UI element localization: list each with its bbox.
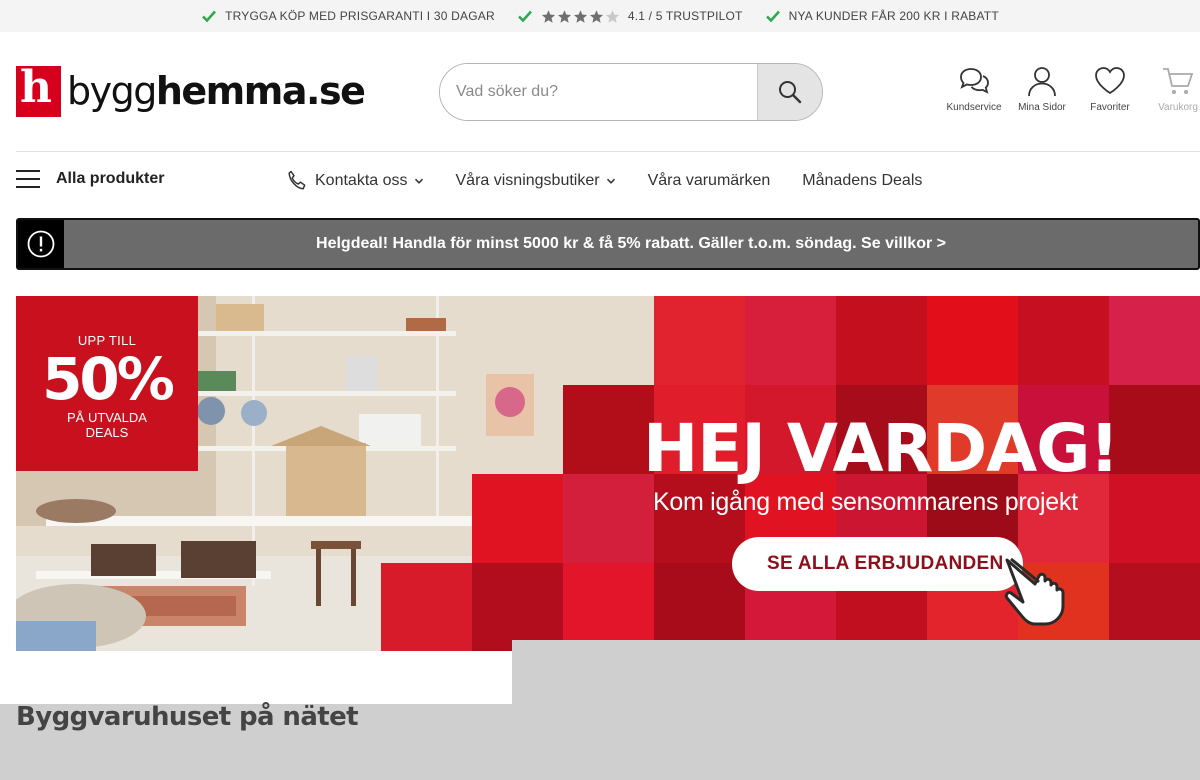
cart-button[interactable]: Varukorg — [1144, 64, 1200, 113]
search-bar — [439, 63, 823, 121]
nav-showrooms-label: Våra visningsbutiker — [455, 172, 600, 189]
check-icon — [202, 10, 217, 23]
search-icon — [779, 81, 802, 104]
all-products-menu[interactable]: Alla produkter — [16, 170, 164, 188]
rating-stars — [541, 9, 620, 24]
discount-badge: UPP TILL 50% PÅ UTVALDA DEALS — [16, 296, 198, 471]
usp-text-discount: NYA KUNDER FÅR 200 KR I RABATT — [788, 9, 999, 23]
chevron-down-icon — [606, 178, 615, 184]
hero-banner[interactable]: UPP TILL 50% PÅ UTVALDA DEALS HEJ VARDAG… — [16, 296, 1200, 651]
heart-icon — [1095, 67, 1125, 95]
badge-line2: DEALS — [85, 425, 129, 440]
site-logo[interactable]: h bygghemma.se — [16, 66, 366, 117]
phone-icon — [288, 170, 306, 190]
search-input[interactable] — [440, 64, 757, 120]
my-pages-label: Mina Sidor — [1018, 102, 1066, 113]
header-actions: Kundservice Mina Sidor Favoriter Varukor… — [940, 64, 1200, 113]
customer-service-button[interactable]: Kundservice — [940, 64, 1008, 113]
see-all-offers-button[interactable]: SE ALLA ERBJUDANDEN — [732, 537, 1023, 591]
usp-price-guarantee: TRYGGA KÖP MED PRISGARANTI I 30 DAGAR — [201, 8, 495, 24]
hero-title: HEJ VARDAG! — [643, 410, 1119, 487]
logo-text-bold: hemma.se — [155, 68, 366, 113]
nav-brands[interactable]: Våra varumärken — [648, 172, 771, 190]
favorites-button[interactable]: Favoriter — [1076, 64, 1144, 113]
search-button[interactable] — [757, 64, 822, 120]
check-icon — [517, 10, 532, 23]
logo-wordmark: bygghemma.se — [67, 68, 366, 113]
content-overlay-right — [512, 640, 1200, 780]
alert-icon — [27, 230, 55, 258]
promo-icon-box — [18, 220, 64, 268]
usp-bar: TRYGGA KÖP MED PRISGARANTI I 30 DAGAR 4.… — [0, 0, 1200, 32]
star-empty-icon — [605, 9, 619, 23]
usp-text-guarantee: TRYGGA KÖP MED PRISGARANTI I 30 DAGAR — [225, 9, 495, 23]
nav-brands-label: Våra varumärken — [647, 172, 771, 189]
nav-monthly-deals[interactable]: Månadens Deals — [802, 172, 922, 190]
chat-bubbles-icon — [960, 68, 989, 94]
cart-icon — [1163, 68, 1194, 94]
user-icon — [1028, 67, 1056, 97]
star-icon — [541, 9, 555, 23]
nav-showrooms[interactable]: Våra visningsbutiker — [456, 172, 616, 190]
nav-deals-label: Månadens Deals — [802, 172, 923, 189]
logo-text-regular: bygg — [67, 68, 157, 113]
promo-text: Helgdeal! Handla för minst 5000 kr & få … — [316, 235, 946, 252]
pointer-hand-icon — [1004, 557, 1065, 626]
nav-contact-label: Kontakta oss — [315, 172, 408, 189]
usp-new-customers: NYA KUNDER FÅR 200 KR I RABATT — [765, 8, 999, 24]
favorites-label: Favoriter — [1090, 102, 1130, 113]
nav-links: Kontakta oss Våra visningsbutiker Våra v… — [285, 169, 922, 193]
usp-trustpilot[interactable]: 4.1 / 5 TRUSTPILOT — [517, 8, 743, 24]
chevron-down-icon — [414, 178, 423, 184]
hamburger-icon — [16, 170, 40, 188]
my-pages-button[interactable]: Mina Sidor — [1008, 64, 1076, 113]
promo-banner[interactable]: Helgdeal! Handla för minst 5000 kr & få … — [16, 218, 1200, 270]
trustpilot-rating: 4.1 / 5 TRUSTPILOT — [627, 9, 743, 23]
all-products-label: Alla produkter — [56, 170, 165, 187]
cart-label: Varukorg — [1158, 102, 1198, 113]
nav-contact[interactable]: Kontakta oss — [285, 169, 424, 193]
logo-letter: h — [20, 66, 52, 113]
site-header: h bygghemma.se Kundservice Mina Sidor Fa… — [0, 32, 1200, 152]
logo-mark: h — [16, 66, 61, 117]
check-icon — [765, 10, 780, 23]
star-icon — [589, 9, 603, 23]
hero-subtitle: Kom igång med sensommarens projekt — [653, 488, 1078, 516]
section-heading: Byggvaruhuset på nätet — [16, 702, 359, 732]
star-icon — [557, 9, 571, 23]
main-nav: Alla produkter Kontakta oss Våra visning… — [0, 152, 1200, 208]
star-icon — [573, 9, 587, 23]
customer-service-label: Kundservice — [946, 102, 1002, 113]
badge-percent: 50% — [42, 345, 175, 413]
